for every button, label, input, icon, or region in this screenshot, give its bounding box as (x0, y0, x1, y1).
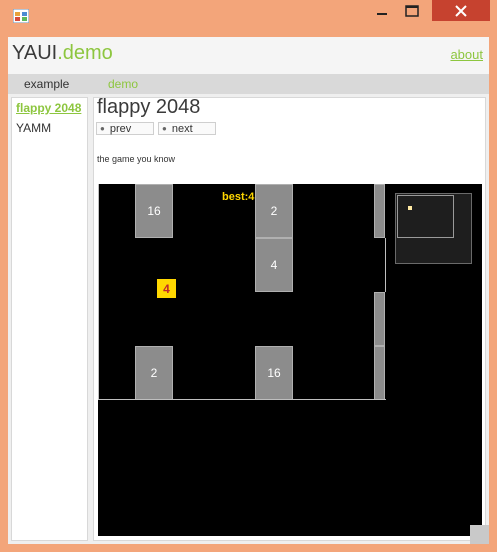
next-label: next (171, 122, 193, 135)
prev-button[interactable]: ● prev (96, 122, 154, 135)
minimap (395, 193, 472, 264)
pipe-tile: 2 (135, 346, 173, 400)
minimap-viewport (397, 195, 454, 238)
bullet-icon: ● (100, 124, 105, 133)
game-canvas[interactable]: 16 2 2 4 16 4 best:4 (98, 184, 482, 536)
next-button[interactable]: ● next (158, 122, 216, 135)
pipe-tile-edge (374, 292, 385, 346)
client-area: YAUI.demo about example demo flappy 2048… (8, 37, 489, 544)
page-title: flappy 2048 (97, 96, 201, 118)
menu-item-demo[interactable]: demo (108, 77, 138, 91)
field-border (98, 184, 99, 400)
sidebar-item-yamm[interactable]: YAMM (16, 121, 51, 135)
pipe-tile: 16 (135, 184, 173, 238)
field-border (385, 238, 386, 292)
brand-logo: YAUI.demo (12, 42, 113, 65)
sidebar: flappy 2048 YAMM (11, 97, 88, 541)
maximize-icon (405, 5, 419, 17)
minimize-button[interactable] (368, 0, 396, 22)
pipe-tile: 4 (255, 238, 293, 292)
pipe-tile-edge (374, 184, 385, 238)
app-icon (13, 9, 29, 23)
bullet-icon: ● (162, 124, 167, 133)
menu-item-example[interactable]: example (24, 77, 69, 91)
prev-label: prev (109, 122, 132, 135)
maximize-button[interactable] (398, 0, 426, 22)
pipe-tile: 2 (255, 184, 293, 238)
brand-main: YAUI (12, 42, 58, 64)
pipe-tile-edge (374, 346, 385, 400)
app-window: YAUI.demo about example demo flappy 2048… (0, 0, 497, 552)
page-subtitle: the game you know (97, 154, 176, 164)
title-bar[interactable] (0, 0, 497, 30)
sidebar-item-flappy-2048[interactable]: flappy 2048 (16, 101, 81, 115)
app-header: YAUI.demo about (8, 37, 489, 74)
best-score: best:4 (222, 191, 255, 203)
minimap-bird (408, 206, 412, 210)
brand-accent: .demo (57, 42, 113, 64)
close-button[interactable] (432, 0, 490, 21)
about-link[interactable]: about (450, 47, 483, 62)
resize-grip[interactable] (470, 525, 489, 544)
pipe-tile: 16 (255, 346, 293, 400)
bird-tile: 4 (157, 279, 176, 298)
close-icon (455, 4, 467, 17)
main-area: flappy 2048 YAMM flappy 2048 ● prev ● next… (8, 94, 489, 544)
content-panel: flappy 2048 ● prev ● next the game you kno… (93, 96, 486, 541)
field-border (98, 399, 386, 400)
minimize-icon (377, 13, 387, 15)
top-menu: example demo (8, 74, 489, 94)
